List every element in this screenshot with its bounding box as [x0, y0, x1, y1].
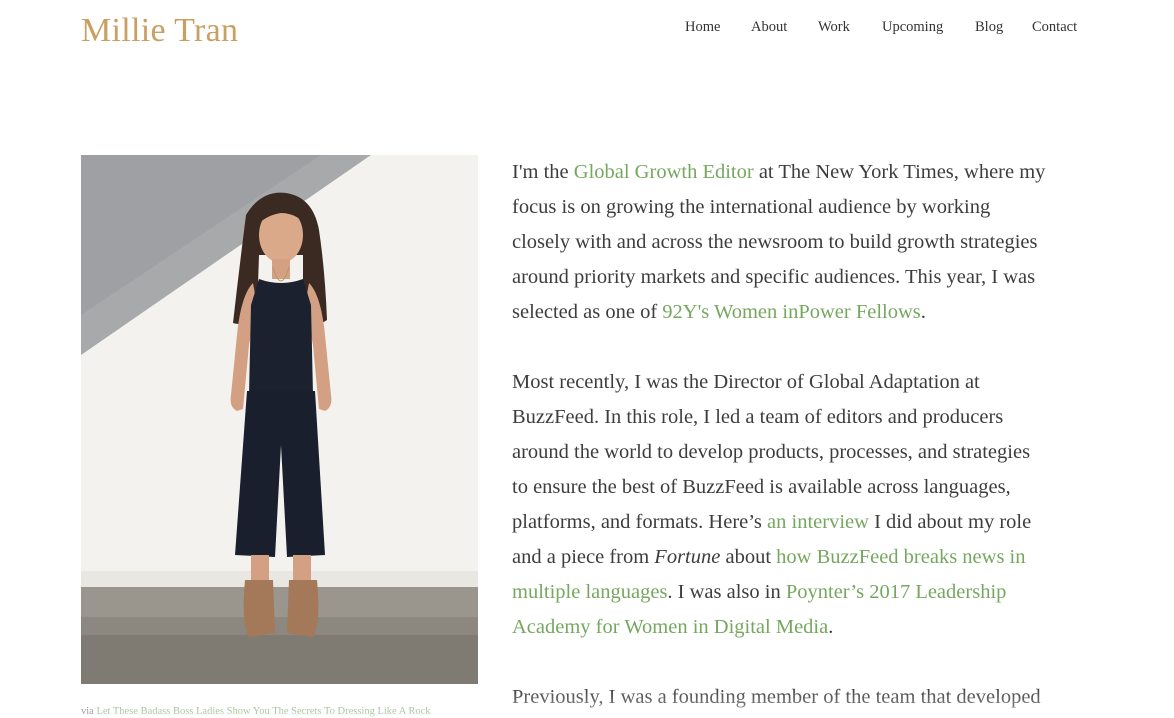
link-global-growth-editor[interactable]: Global Growth Editor	[574, 161, 754, 183]
nav-upcoming[interactable]: Upcoming	[882, 19, 943, 36]
nav-home[interactable]: Home	[685, 19, 720, 36]
profile-photo	[81, 155, 478, 684]
main-nav: Home About Work Upcoming Blog Contact	[0, 19, 1174, 39]
link-poynter-leadership[interactable]: Poynter’s 2017 Leadership	[786, 581, 1007, 603]
bio-paragraph: Most recently, I was the Director of Glo…	[512, 371, 1032, 638]
nav-contact[interactable]: Contact	[1032, 19, 1077, 36]
link-poynter-academy[interactable]: Academy for Women in Digital Media	[512, 616, 828, 638]
caption-source-link[interactable]: Let These Badass Boss Ladies Show You Th…	[96, 706, 430, 717]
nav-work[interactable]: Work	[818, 19, 850, 36]
link-multiple-languages[interactable]: multiple languages	[512, 581, 667, 603]
photo-caption: via Let These Badass Boss Ladies Show Yo…	[81, 706, 431, 717]
profile-photo-illustration	[81, 155, 478, 684]
bio-text: I'm the Global Growth Editor at The New …	[512, 155, 1092, 718]
link-interview[interactable]: an interview	[767, 511, 869, 533]
nav-blog[interactable]: Blog	[975, 19, 1003, 36]
link-buzzfeed-breaks-news[interactable]: how BuzzFeed breaks news in	[776, 546, 1025, 568]
nav-about[interactable]: About	[751, 19, 787, 36]
bio-paragraph: Previously, I was a founding member of t…	[512, 686, 1041, 708]
link-92y-fellows[interactable]: 92Y's Women inPower Fellows	[662, 301, 920, 323]
site-header: Millie Tran Home About Work Upcoming Blo…	[0, 0, 1174, 70]
bio-paragraph: I'm the Global Growth Editor at The New …	[512, 161, 1046, 323]
caption-prefix: via	[81, 706, 94, 717]
